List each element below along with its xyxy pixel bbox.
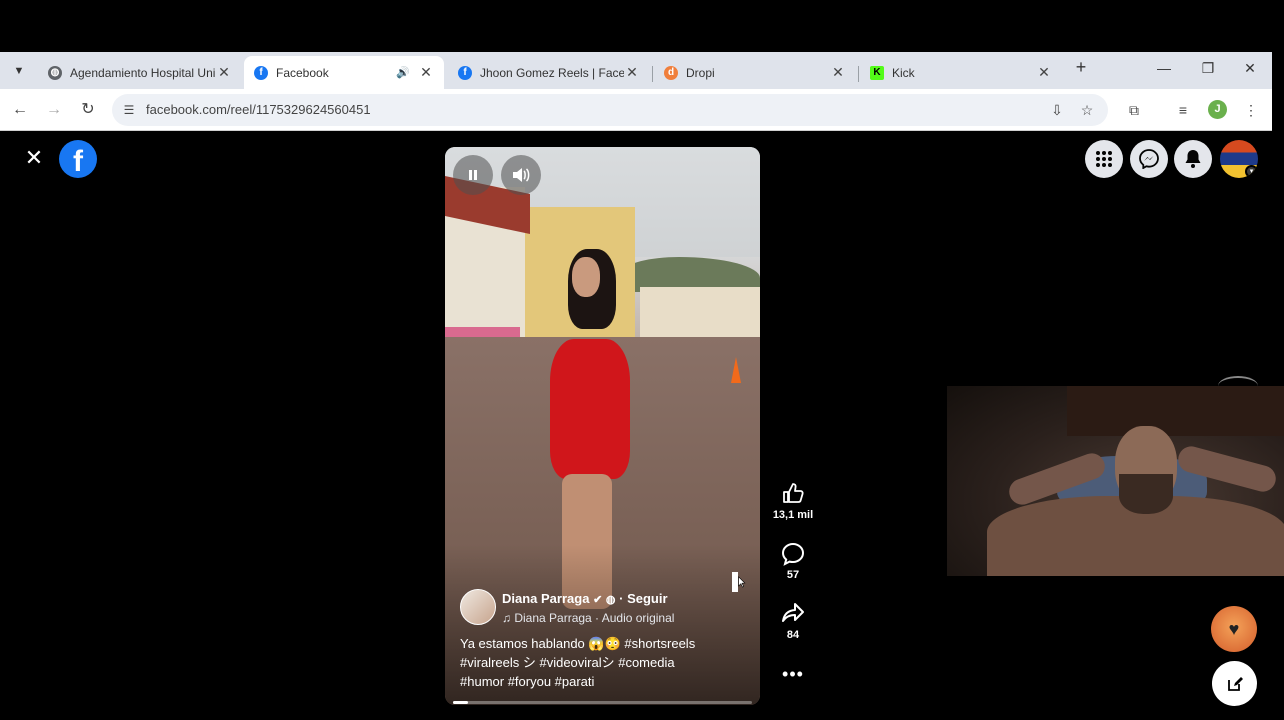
webcam-overlay bbox=[947, 386, 1284, 576]
comment-count: 57 bbox=[786, 569, 800, 581]
caption-line: #viralreels シ #videoviralシ #comedia bbox=[460, 655, 675, 670]
share-count: 84 bbox=[786, 629, 800, 641]
mouse-cursor-icon bbox=[732, 572, 746, 592]
close-reel-icon[interactable]: ✕ bbox=[22, 146, 46, 170]
notifications-bell-icon[interactable] bbox=[1174, 140, 1212, 178]
like-count: 13,1 mil bbox=[772, 509, 814, 521]
tab-agendamiento[interactable]: ◍ Agendamiento Hospital Uni ✕ bbox=[38, 56, 242, 89]
audio-label: Diana Parraga · Audio original bbox=[514, 611, 675, 625]
tab-close-icon[interactable]: ✕ bbox=[1036, 64, 1052, 81]
globe-icon: ◍ bbox=[605, 594, 616, 606]
share-button[interactable]: 84 bbox=[772, 602, 814, 641]
pause-icon[interactable] bbox=[453, 155, 493, 195]
tab-title: Kick bbox=[892, 65, 915, 80]
like-button[interactable]: 13,1 mil bbox=[772, 482, 814, 521]
tab-title: Dropi bbox=[686, 65, 715, 80]
caption-line: Ya estamos hablando 😱😳 #shortsreels bbox=[460, 636, 696, 651]
compose-message-icon[interactable] bbox=[1212, 661, 1257, 706]
minimize-icon[interactable]: — bbox=[1152, 60, 1176, 76]
restore-icon[interactable]: ❐ bbox=[1196, 60, 1220, 77]
tab-jhoon-gomez-reels[interactable]: f Jhoon Gomez Reels | Facebo ✕ bbox=[448, 56, 650, 89]
facebook-icon: f bbox=[458, 65, 472, 80]
back-icon[interactable]: ← bbox=[9, 99, 31, 121]
tab-facebook[interactable]: f Facebook 🔊 ✕ bbox=[244, 56, 444, 89]
tab-bar: ▼ ◍ Agendamiento Hospital Uni ✕ f Facebo… bbox=[0, 52, 1272, 89]
tab-separator bbox=[858, 66, 859, 82]
caption-line: #humor #foryou #parati bbox=[460, 674, 595, 689]
globe-icon: ◍ bbox=[48, 65, 62, 80]
chevron-down-icon: ▾ bbox=[1245, 165, 1258, 178]
reel-video[interactable]: Diana Parraga ✔ ◍ · Seguir ♫ Diana Parra… bbox=[445, 147, 760, 705]
author-avatar[interactable] bbox=[460, 589, 496, 625]
media-controls-icon[interactable]: ≡ bbox=[1172, 99, 1194, 121]
address-bar[interactable]: ☰ facebook.com/reel/1175329624560451 ⇩ ☆ bbox=[112, 94, 1108, 126]
extensions-icon[interactable]: ⧉ bbox=[1123, 99, 1145, 121]
follow-button[interactable]: · Seguir bbox=[619, 591, 667, 606]
thumbs-up-icon bbox=[772, 482, 814, 508]
floating-avatar-icon[interactable]: ♥ bbox=[1211, 606, 1257, 652]
author-line: Diana Parraga ✔ ◍ · Seguir bbox=[502, 591, 668, 606]
profile-avatar[interactable]: J bbox=[1208, 100, 1227, 119]
site-info-icon[interactable]: ☰ bbox=[120, 101, 138, 119]
music-note-icon: ♫ bbox=[502, 611, 511, 625]
screen: ▼ ◍ Agendamiento Hospital Uni ✕ f Facebo… bbox=[0, 0, 1284, 720]
dropi-icon: d bbox=[664, 65, 678, 80]
tab-search-chevron-icon[interactable]: ▼ bbox=[8, 60, 30, 82]
tab-close-icon[interactable]: ✕ bbox=[830, 64, 846, 81]
browser-toolbar: ← → ↻ ☰ facebook.com/reel/11753296245604… bbox=[0, 89, 1272, 131]
kick-icon: K bbox=[870, 65, 884, 80]
author-name[interactable]: Diana Parraga bbox=[502, 591, 589, 606]
tab-title: Facebook bbox=[276, 65, 329, 80]
tab-close-icon[interactable]: ✕ bbox=[418, 64, 434, 81]
comment-icon bbox=[772, 542, 814, 568]
facebook-logo[interactable]: f bbox=[59, 140, 97, 178]
video-progress-fill bbox=[453, 701, 468, 704]
window-close-icon[interactable]: ✕ bbox=[1238, 60, 1262, 77]
tab-kick[interactable]: K Kick ✕ bbox=[860, 56, 1062, 89]
messenger-icon[interactable] bbox=[1130, 140, 1168, 178]
verified-badge-icon: ✔ bbox=[593, 594, 603, 606]
facebook-icon: f bbox=[254, 65, 268, 80]
more-options-icon[interactable]: ••• bbox=[778, 664, 808, 685]
profile-avatar-facebook[interactable]: ▾ bbox=[1220, 140, 1258, 178]
audio-line[interactable]: ♫ Diana Parraga · Audio original bbox=[502, 611, 674, 625]
tab-close-icon[interactable]: ✕ bbox=[216, 64, 232, 81]
share-arrow-icon bbox=[772, 602, 814, 628]
bookmark-star-icon[interactable]: ☆ bbox=[1078, 101, 1096, 119]
tab-close-icon[interactable]: ✕ bbox=[624, 64, 640, 81]
reload-icon[interactable]: ↻ bbox=[77, 99, 99, 121]
volume-icon[interactable] bbox=[501, 155, 541, 195]
tab-dropi[interactable]: d Dropi ✕ bbox=[654, 56, 856, 89]
url-text: facebook.com/reel/1175329624560451 bbox=[146, 102, 371, 117]
menu-kebab-icon[interactable]: ⋮ bbox=[1240, 99, 1262, 121]
forward-icon[interactable]: → bbox=[43, 99, 65, 121]
install-app-icon[interactable]: ⇩ bbox=[1048, 101, 1066, 119]
tab-audio-icon[interactable]: 🔊 bbox=[396, 66, 410, 79]
video-progress-bar[interactable] bbox=[453, 701, 752, 704]
new-tab-button[interactable]: + bbox=[1069, 57, 1093, 78]
reel-caption: Ya estamos hablando 😱😳 #shortsreels #vir… bbox=[460, 634, 745, 691]
tab-title: Agendamiento Hospital Uni bbox=[70, 65, 216, 80]
tab-title: Jhoon Gomez Reels | Facebo bbox=[480, 65, 624, 80]
tab-separator bbox=[652, 66, 653, 82]
comment-button[interactable]: 57 bbox=[772, 542, 814, 581]
menu-grid-icon[interactable] bbox=[1085, 140, 1123, 178]
